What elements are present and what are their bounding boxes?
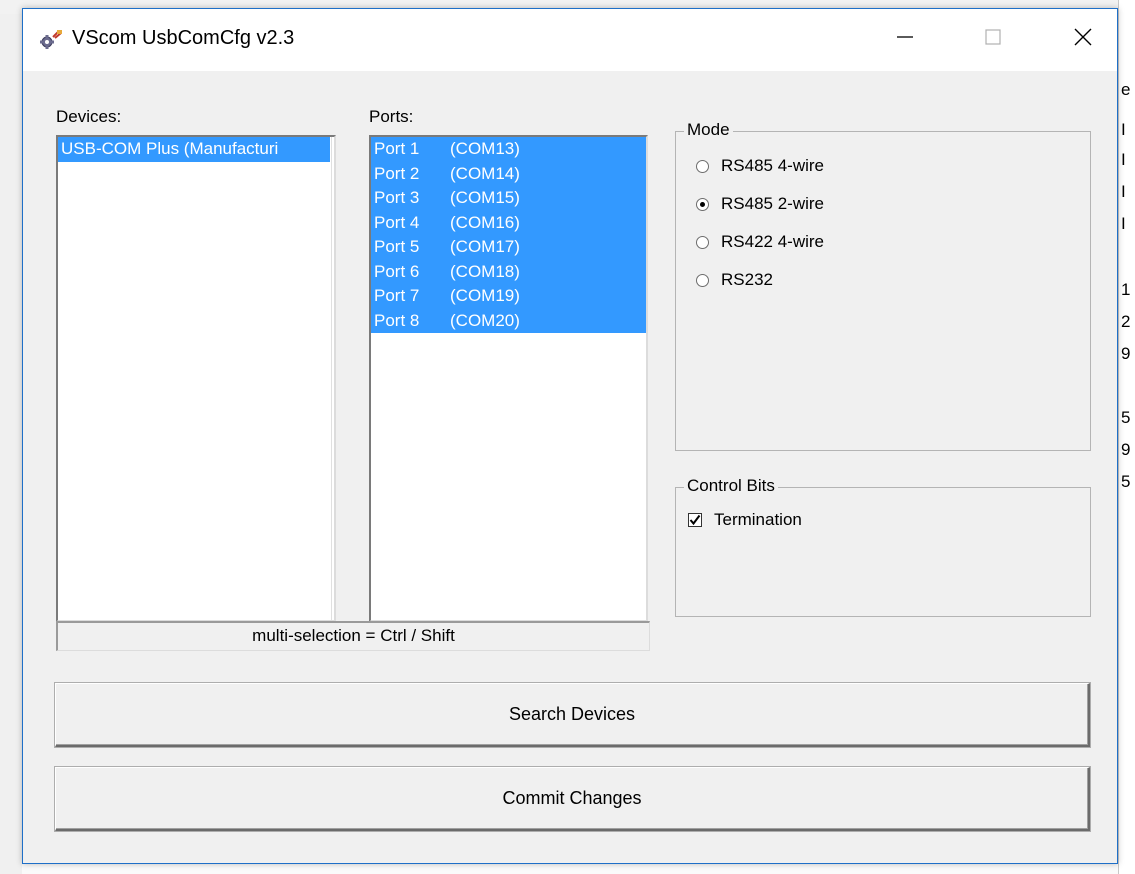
- devices-listbox[interactable]: USB-COM Plus (Manufacturi: [56, 135, 336, 622]
- control-bits-groupbox: Control Bits Termination: [675, 476, 1091, 617]
- termination-checkbox[interactable]: Termination: [688, 510, 802, 530]
- control-bits-legend: Control Bits: [684, 476, 778, 496]
- minimize-icon: [895, 27, 915, 52]
- title-bar[interactable]: VScom UsbComCfg v2.3: [23, 9, 1117, 71]
- background-text: I: [1121, 150, 1126, 169]
- port-name: Port 2: [374, 163, 420, 183]
- background-text: 1: [1121, 280, 1131, 299]
- multi-selection-hint: multi-selection = Ctrl / Shift: [56, 621, 650, 651]
- radio-rs485-4wire[interactable]: RS485 4-wire: [696, 156, 824, 176]
- device-item[interactable]: USB-COM Plus (Manufacturi: [58, 137, 330, 162]
- ports-label: Ports:: [369, 107, 414, 126]
- radio-circle-icon: [696, 273, 709, 287]
- background-text: 9: [1121, 440, 1131, 459]
- port-item[interactable]: Port 2 (COM14): [371, 161, 646, 186]
- mode-legend: Mode: [684, 120, 733, 140]
- search-devices-button[interactable]: Search Devices: [55, 683, 1090, 747]
- background-text: I: [1121, 120, 1126, 139]
- port-com: (COM13): [450, 139, 520, 158]
- devices-label: Devices:: [56, 107, 122, 126]
- port-com: (COM20): [450, 310, 520, 330]
- radio-checked-icon: [696, 197, 709, 211]
- port-item[interactable]: Port 6 (COM18): [371, 259, 646, 284]
- background-text: e: [1121, 80, 1131, 99]
- background-text: I: [1121, 182, 1126, 201]
- commit-changes-button[interactable]: Commit Changes: [55, 767, 1090, 831]
- radio-label: RS485 4-wire: [721, 156, 824, 175]
- port-com: (COM17): [450, 237, 520, 256]
- radio-rs422-4wire[interactable]: RS422 4-wire: [696, 232, 824, 252]
- radio-label: RS422 4-wire: [721, 232, 824, 251]
- mode-groupbox: Mode RS485 4-wire RS485 2-wire RS422 4-w…: [675, 120, 1091, 451]
- minimize-button[interactable]: [875, 19, 935, 59]
- radio-label: RS485 2-wire: [721, 194, 824, 213]
- port-com: (COM19): [450, 286, 520, 305]
- listbox-divider: [331, 137, 332, 620]
- radio-label: RS232: [721, 270, 773, 289]
- port-item[interactable]: Port 3 (COM15): [371, 186, 646, 211]
- background-text: 2: [1121, 312, 1131, 331]
- radio-circle-icon: [696, 159, 709, 173]
- gear-plug-icon: [39, 29, 63, 51]
- port-name: Port 3: [374, 188, 420, 207]
- radio-rs232[interactable]: RS232: [696, 270, 773, 290]
- port-com: (COM18): [450, 261, 520, 281]
- background-text: 9: [1121, 344, 1131, 363]
- checkmark-icon: [688, 513, 702, 527]
- port-com: (COM14): [450, 163, 520, 183]
- radio-circle-icon: [696, 235, 709, 249]
- window-title: VScom UsbComCfg v2.3: [72, 27, 295, 49]
- port-name: Port 6: [374, 261, 420, 281]
- background-app-left: nc: [0, 0, 22, 874]
- port-name: Port 7: [374, 286, 420, 305]
- background-app-right: e I I I I 1 2 9 5 9 5: [1118, 0, 1135, 874]
- radio-rs485-2wire[interactable]: RS485 2-wire: [696, 194, 824, 214]
- port-name: Port 5: [374, 237, 420, 256]
- port-name: Port 8: [374, 310, 420, 330]
- termination-label: Termination: [714, 510, 802, 529]
- port-item[interactable]: Port 1 (COM13): [371, 137, 646, 162]
- port-item[interactable]: Port 5 (COM17): [371, 235, 646, 260]
- close-button[interactable]: [1053, 19, 1113, 59]
- port-item[interactable]: Port 4 (COM16): [371, 210, 646, 235]
- ports-listbox[interactable]: Port 1 (COM13) Port 2 (COM14) Port 3 (CO…: [369, 135, 648, 622]
- port-item[interactable]: Port 7 (COM19): [371, 284, 646, 309]
- background-text: 5: [1121, 472, 1131, 491]
- port-com: (COM15): [450, 188, 520, 207]
- port-item[interactable]: Port 8 (COM20): [371, 308, 646, 333]
- dialog-window: VScom UsbComCfg v2.3 Devices: USB-COM Pl…: [22, 8, 1118, 864]
- background-text: 5: [1121, 408, 1131, 427]
- port-name: Port 1: [374, 139, 420, 158]
- port-com: (COM16): [450, 212, 520, 232]
- maximize-button[interactable]: [963, 19, 1023, 59]
- close-icon: [1072, 26, 1094, 53]
- port-name: Port 4: [374, 212, 420, 232]
- maximize-icon: [983, 27, 1003, 52]
- background-text: I: [1121, 214, 1126, 233]
